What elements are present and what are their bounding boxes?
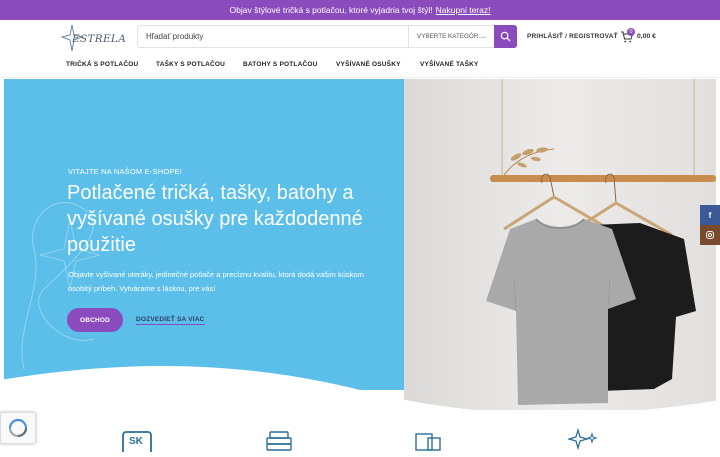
cart-count-badge: 0 — [627, 28, 635, 36]
nav-item-batohy[interactable]: BATOHY S POTLAČOU — [243, 56, 336, 76]
sparkles-icon — [566, 427, 598, 451]
announcement-link[interactable]: Nakupni teraz! — [436, 5, 491, 15]
package-icon — [415, 433, 441, 451]
announcement-text: Objav štýlové tričká s potlačou, ktoré v… — [229, 5, 433, 15]
nav-divider — [0, 77, 720, 78]
nav-item-osusky[interactable]: VYŠÍVANÉ OSUŠKY — [336, 56, 420, 76]
facebook-button[interactable]: f — [700, 205, 720, 225]
logo-text: ESTRELA — [72, 33, 127, 45]
category-select-label: VYBERTE KATEGÓR... — [417, 33, 484, 40]
cart-total[interactable]: 0,00 € — [637, 33, 656, 40]
search-input[interactable] — [138, 26, 408, 47]
feature-products-icon — [262, 428, 298, 452]
instagram-button[interactable] — [700, 225, 720, 245]
feature-sk-label: SK — [129, 436, 143, 447]
main-nav: TRIČKÁ S POTLAČOU TAŠKY S POTLAČOU BATOH… — [0, 56, 720, 76]
learn-more-link[interactable]: DOZVEDIEŤ SA VIAC — [136, 316, 205, 325]
feature-quality-icon — [566, 427, 604, 452]
chevron-down-icon: ⌄ — [481, 34, 487, 40]
folded-clothes-icon — [266, 431, 292, 451]
login-register-link[interactable]: PRIHLÁSIŤ / REGISTROVAŤ — [527, 33, 618, 40]
hero-headline: Potlačené tričká, tašky, batohy a vyšíva… — [67, 182, 363, 256]
site-header: ESTRELA VYBERTE KATEGÓR... ⌄ PRIHLÁSIŤ /… — [0, 20, 720, 56]
site-logo[interactable]: ESTRELA — [60, 24, 130, 52]
hero-wave-divider — [0, 366, 720, 430]
hero-eyebrow: VITAJTE NA NAŠOM E-SHOPE! — [68, 167, 183, 176]
instagram-icon — [706, 231, 714, 239]
feature-sk-icon: SK — [120, 428, 156, 455]
recaptcha-badge[interactable] — [0, 412, 36, 444]
hero-description: Objavte vyšívané uteráky, jedinečné potl… — [68, 270, 364, 293]
shop-button[interactable]: OBCHOD — [67, 308, 123, 332]
search-icon — [500, 31, 511, 42]
nav-item-tricka[interactable]: TRIČKÁ S POTLAČOU — [66, 56, 156, 76]
announcement-bar: Objav štýlové tričká s potlačou, ktoré v… — [0, 0, 720, 20]
facebook-icon: f — [708, 210, 712, 220]
search-button[interactable] — [494, 25, 517, 48]
nav-item-vysivane-tasky[interactable]: VYŠÍVANÉ TAŠKY — [420, 56, 500, 76]
feature-delivery-icon — [412, 428, 448, 452]
recaptcha-icon — [8, 418, 28, 438]
search-form: VYBERTE KATEGÓR... ⌄ — [137, 25, 517, 48]
nav-item-tasky[interactable]: TAŠKY S POTLAČOU — [156, 56, 243, 76]
category-select[interactable]: VYBERTE KATEGÓR... ⌄ — [408, 26, 494, 47]
